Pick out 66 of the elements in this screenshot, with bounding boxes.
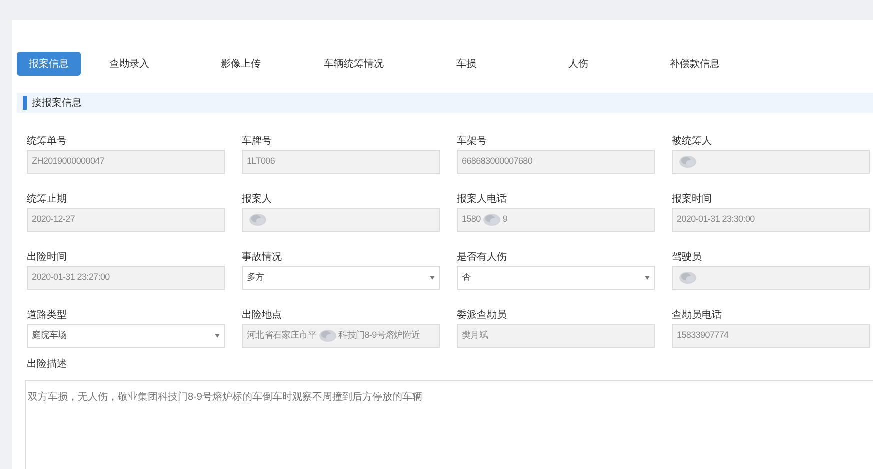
select-field[interactable]: 否 [457,266,655,290]
dropdown-caret-icon [430,276,435,280]
description-field[interactable]: 双方车损，无人伤，敬业集团科技门8-9号熔炉标的车倒车时观察不周撞到后方停放的车辆 [25,380,873,469]
input-field[interactable]: ZH2019000000047 [27,150,225,174]
field-label: 出险时间 [27,251,68,265]
field-label: 被统筹人 [672,135,713,149]
field-label: 报案人电话 [457,193,508,207]
input-field[interactable]: 668683000007680 [457,150,655,174]
input-field[interactable] [672,150,870,174]
field-label: 驾驶员 [672,251,703,265]
description-text: 双方车损，无人伤，敬业集团科技门8-9号熔炉标的车倒车时观察不周撞到后方停放的车辆 [28,392,422,403]
field-value: 1580 [462,213,481,226]
field-label: 统筹单号 [27,135,68,149]
field-label: 事故情况 [242,251,283,265]
input-field[interactable]: 2020-01-31 23:27:00 [27,266,225,290]
input-field[interactable]: 2020-12-27 [27,208,225,232]
field-value: 樊月斌 [462,329,488,342]
dropdown-caret-icon [215,334,220,338]
tab[interactable]: 影像上传 [215,52,267,76]
input-field[interactable]: 1580 9 [457,208,655,232]
tab[interactable]: 查勘录入 [104,52,156,76]
field-label: 委派查勘员 [457,309,508,323]
field-label: 道路类型 [27,309,68,323]
field-value: 多方 [247,271,264,284]
input-field[interactable]: 樊月斌 [457,324,655,348]
field-value: ZH2019000000047 [32,155,105,168]
field-value: 1LT006 [247,155,276,168]
redaction-mark [482,213,501,227]
input-field[interactable]: 2020-01-31 23:30:00 [672,208,870,232]
input-field[interactable]: 15833907774 [672,324,870,348]
select-field[interactable]: 庭院车场 [27,324,225,348]
tab[interactable]: 报案信息 [17,52,81,76]
tab[interactable]: 车辆统筹情况 [318,52,390,76]
redaction-mark [249,213,267,227]
field-value: 科技门8-9号熔炉附近 [338,329,420,342]
field-value: 15833907774 [677,329,729,342]
input-field[interactable] [672,266,870,290]
field-label: 报案人 [242,193,273,207]
input-field[interactable] [242,208,440,232]
field-value: 2020-01-31 23:27:00 [32,271,110,284]
input-field[interactable]: 河北省石家庄市平 科技门8-9号熔炉附近 [242,324,440,348]
select-field[interactable]: 多方 [242,266,440,290]
field-value: 2020-12-27 [32,213,76,226]
field-label: 查勘员电话 [672,309,723,323]
field-value: 668683000007680 [462,155,533,168]
field-label: 车牌号 [242,135,273,149]
tab[interactable]: 补偿款信息 [664,52,726,76]
redaction-mark [679,271,697,285]
section-title: 接报案信息 [32,96,82,110]
field-value: 河北省石家庄市平 [247,329,317,342]
field-label: 报案时间 [672,193,713,207]
dropdown-caret-icon [645,276,650,280]
redaction-mark [318,329,337,343]
redaction-mark [679,155,697,169]
input-field[interactable]: 1LT006 [242,150,440,174]
field-value: 2020-01-31 23:30:00 [677,213,755,226]
field-label: 是否有人伤 [457,251,508,265]
field-value: 庭院车场 [32,329,67,342]
field-value: 9 [502,213,508,226]
tab[interactable]: 人伤 [562,52,594,76]
tab[interactable]: 车损 [450,52,482,76]
field-label: 车架号 [457,135,488,149]
field-label: 统筹止期 [27,193,68,207]
field-value: 否 [462,271,471,284]
field-label: 出险描述 [27,358,68,372]
field-label: 出险地点 [242,309,283,323]
